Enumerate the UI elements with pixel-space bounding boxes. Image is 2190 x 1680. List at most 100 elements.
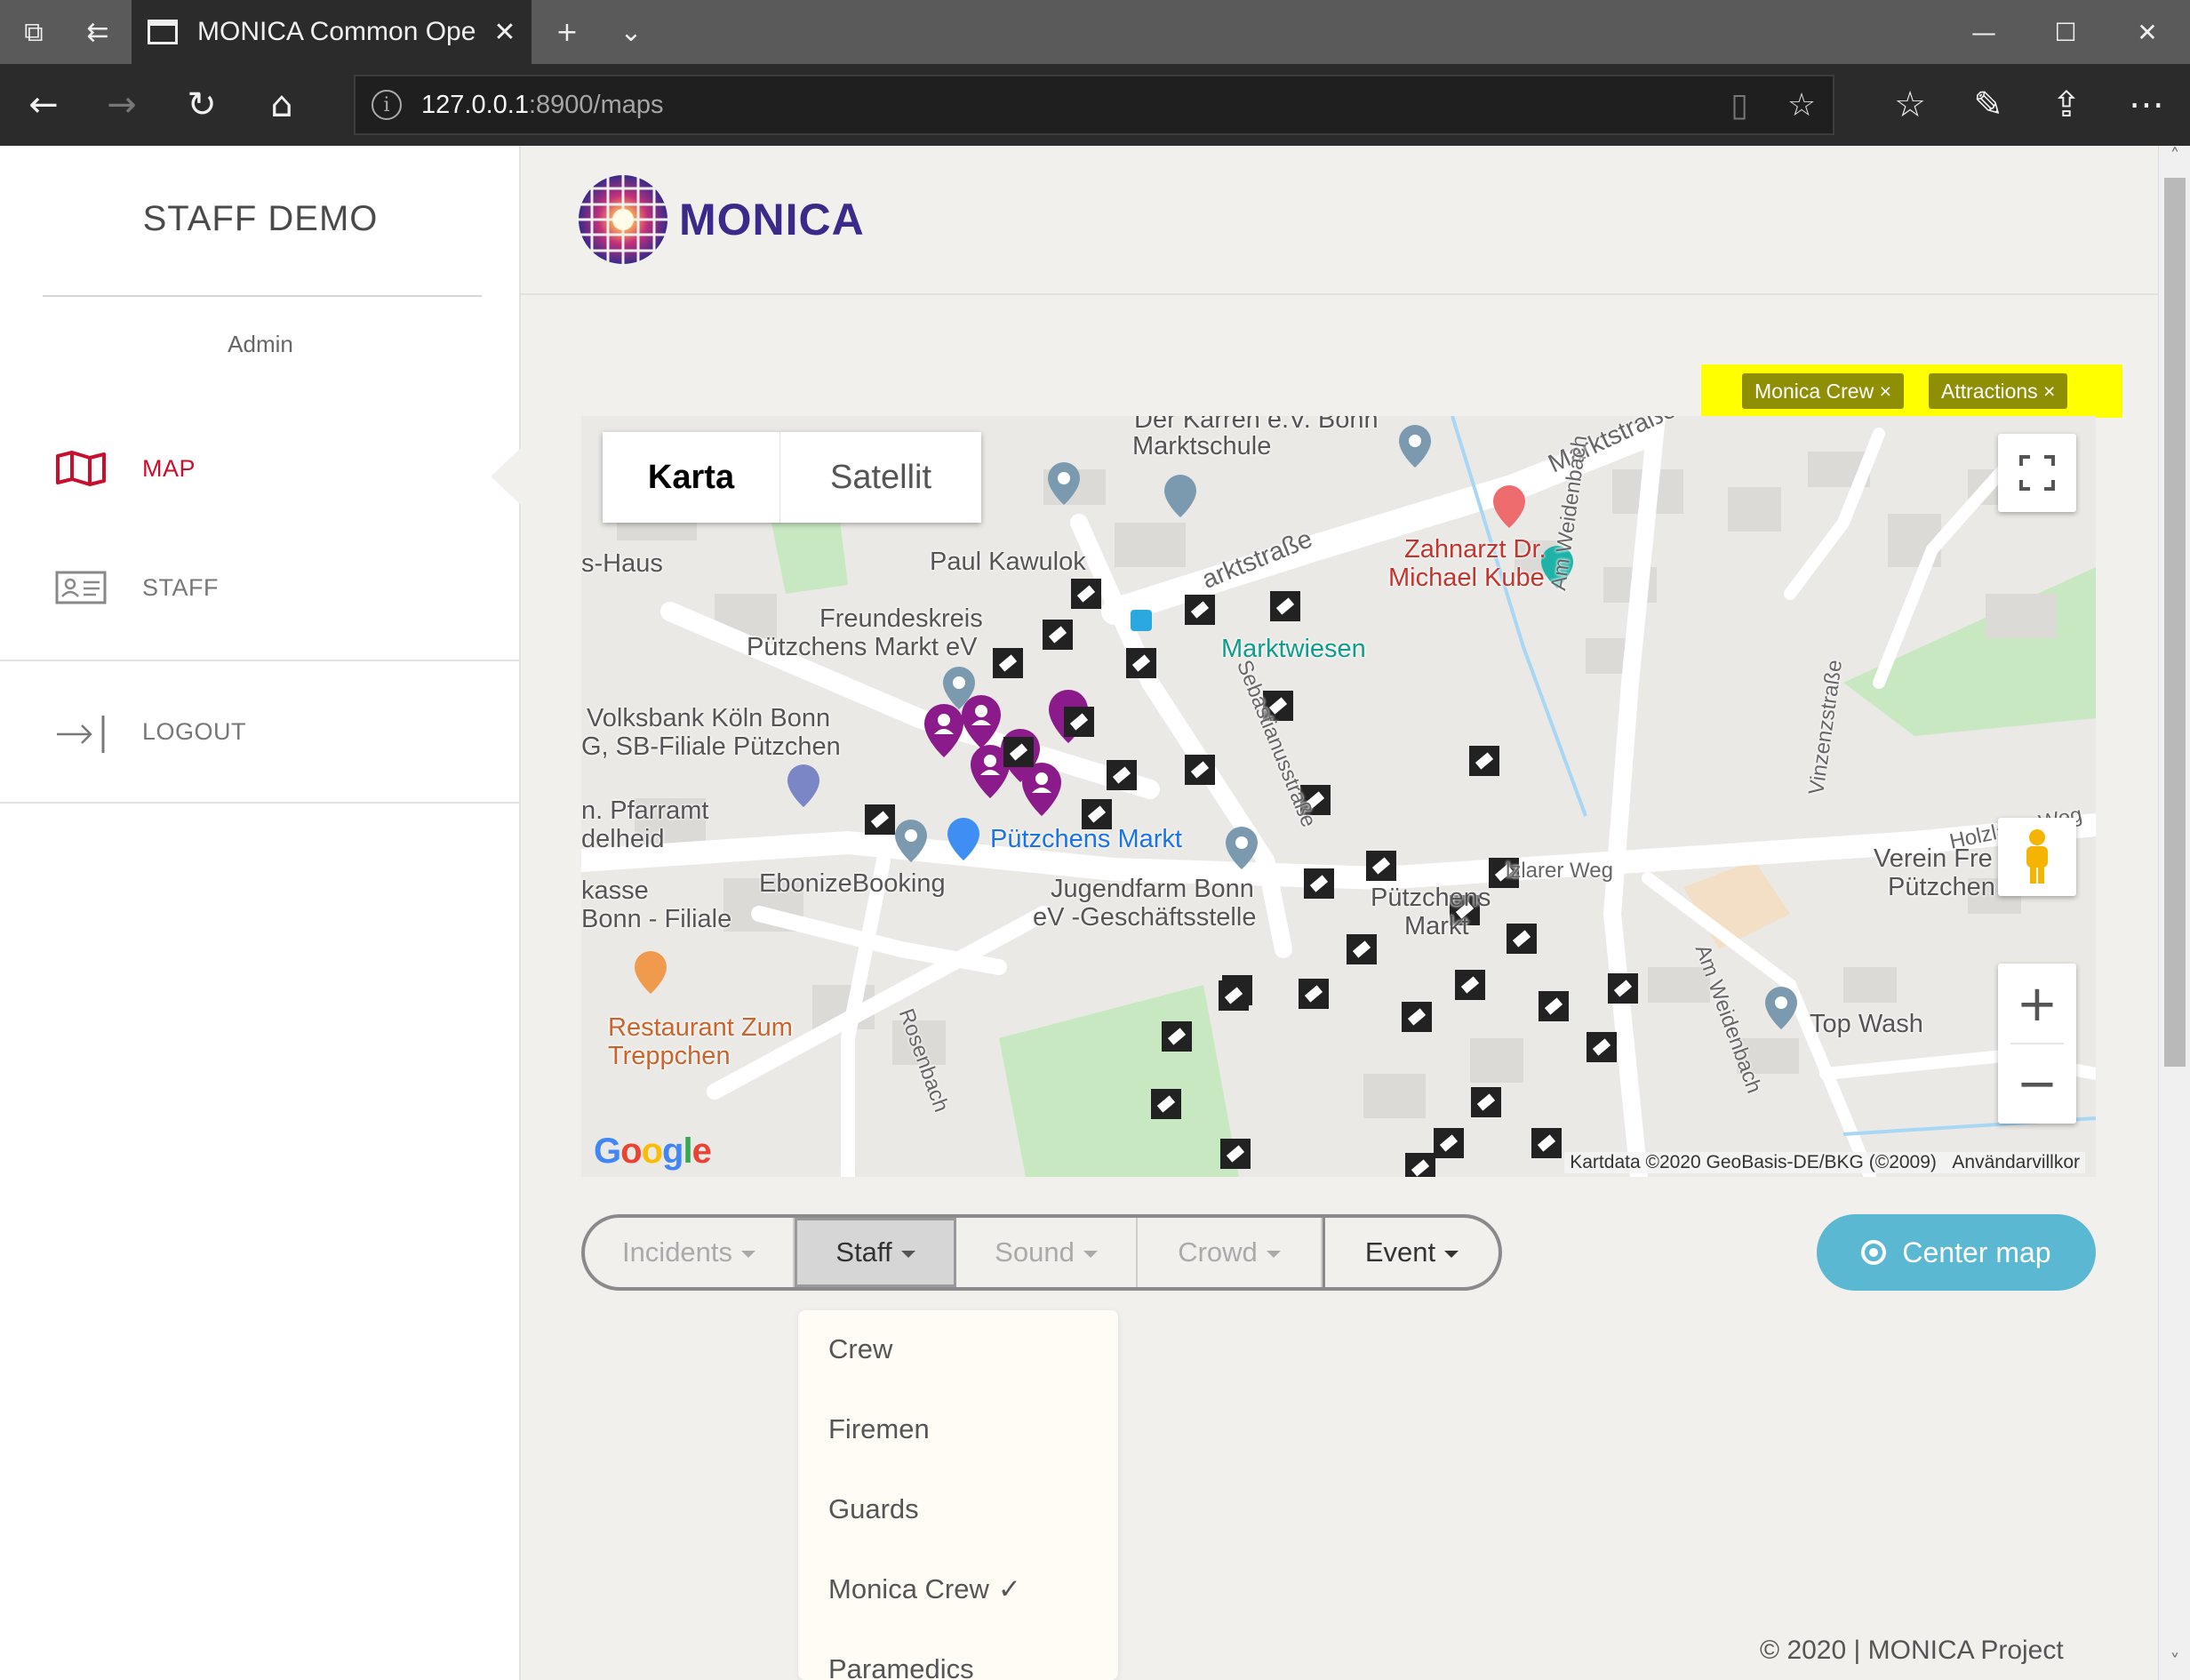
browser-titlebar: ⧉ ⇇ MONICA Common Ope ✕ + ⌄ — ☐ ✕ bbox=[0, 0, 2190, 64]
zoom-in-icon[interactable]: + bbox=[2017, 964, 2058, 1043]
map-type-karta[interactable]: Karta bbox=[603, 432, 780, 523]
map-label-zahnarzt: Zahnarzt Dr. bbox=[1404, 535, 1547, 564]
map-label-verein-2: Pützchen bbox=[1888, 873, 1995, 901]
map-type-satellit[interactable]: Satellit bbox=[780, 432, 981, 523]
map-icon bbox=[55, 451, 107, 486]
site-info-icon[interactable]: i bbox=[372, 90, 402, 120]
sidebar-item-label: MAP bbox=[142, 454, 196, 482]
map-label-zahnarzt-2: Michael Kube bbox=[1388, 564, 1545, 592]
page-header: MONICA bbox=[521, 146, 2158, 295]
staff-markers-layer bbox=[865, 579, 1638, 1177]
address-bar[interactable]: i 127.0.0.1:8900/maps ▯ ☆ bbox=[354, 75, 1834, 135]
center-map-label: Center map bbox=[1902, 1236, 2051, 1268]
center-map-button[interactable]: Center map bbox=[1817, 1214, 2096, 1291]
dropdown-item-firemen[interactable]: Firemen bbox=[828, 1413, 930, 1445]
caret-down-icon bbox=[900, 1251, 915, 1258]
caret-down-icon bbox=[1083, 1251, 1098, 1258]
favorite-star-icon[interactable]: ☆ bbox=[1770, 87, 1833, 124]
close-window-icon[interactable]: ✕ bbox=[2106, 0, 2188, 64]
browser-navbar: ← → ↻ ⌂ i 127.0.0.1:8900/maps ▯ ☆ ☆ ✎ ⇪ … bbox=[0, 64, 2190, 146]
layer-filter-group: Incidents Staff Sound Crowd Event bbox=[581, 1214, 1502, 1291]
map-label-volksbank-2: G, SB-Filiale Pützchen bbox=[581, 732, 841, 761]
divider bbox=[43, 295, 482, 297]
map-label-restaurant-2: Treppchen bbox=[608, 1042, 731, 1070]
scroll-thumb[interactable] bbox=[2164, 178, 2186, 1067]
dropdown-item-crew[interactable]: Crew bbox=[828, 1333, 892, 1365]
dropdown-item-monica-crew[interactable]: Monica Crew ✓ bbox=[828, 1573, 1021, 1605]
caret-down-icon bbox=[1444, 1251, 1459, 1258]
map-label-kasse: kasse bbox=[581, 876, 649, 905]
app-title: STAFF DEMO bbox=[142, 199, 379, 238]
logo-text: MONICA bbox=[679, 195, 865, 244]
page-scrollbar[interactable]: ˄ ˅ bbox=[2158, 146, 2190, 1680]
map-label-puetzchens-markt-2: Pützchens bbox=[1371, 884, 1491, 912]
map-label-marktschule: Marktschule bbox=[1132, 432, 1272, 460]
sidebar-item-map[interactable]: MAP bbox=[0, 428, 521, 508]
terms-link[interactable]: Användarvillkor bbox=[1952, 1152, 2080, 1172]
refresh-icon[interactable]: ↻ bbox=[162, 64, 242, 146]
page-icon bbox=[148, 20, 178, 44]
filter-sound-button[interactable]: Sound bbox=[956, 1218, 1138, 1287]
monica-logo[interactable]: MONICA bbox=[574, 171, 865, 268]
filter-incidents-button[interactable]: Incidents bbox=[585, 1218, 795, 1287]
reading-view-icon[interactable]: ▯ bbox=[1708, 87, 1770, 124]
filter-event-button[interactable]: Event bbox=[1323, 1218, 1499, 1287]
page: STAFF DEMO Admin MAP STAFF LOGOUT MONICA… bbox=[0, 146, 2190, 1680]
url-text[interactable]: 127.0.0.1:8900/maps bbox=[421, 91, 1708, 120]
map-label-haus: s-Haus bbox=[581, 549, 663, 578]
tab-close-icon[interactable]: ✕ bbox=[487, 17, 523, 48]
map-label-top-wash: Top Wash bbox=[1810, 1010, 1923, 1038]
tag-monica-crew[interactable]: Monica Crew × bbox=[1742, 373, 1905, 409]
sidebar-item-staff[interactable]: STAFF bbox=[0, 548, 521, 628]
new-tab-icon[interactable]: + bbox=[542, 0, 592, 64]
id-card-icon bbox=[55, 570, 107, 605]
forward-icon[interactable]: → bbox=[82, 64, 162, 146]
share-icon[interactable]: ⇪ bbox=[2026, 64, 2106, 146]
maximize-icon[interactable]: ☐ bbox=[2025, 0, 2106, 64]
back-icon[interactable]: ← bbox=[4, 64, 84, 146]
map-label-pfarramt-2: delheid bbox=[581, 825, 665, 853]
map-label-freundeskreis: Freundeskreis bbox=[819, 604, 983, 633]
map-label-puetzchens-markt: Pützchens Markt bbox=[990, 825, 1182, 853]
scroll-up-icon[interactable]: ˄ bbox=[2159, 146, 2190, 174]
map-label-volksbank: Volksbank Köln Bonn bbox=[587, 704, 831, 732]
caret-down-icon bbox=[741, 1251, 756, 1258]
tab-manager-icon[interactable]: ⧉ bbox=[9, 0, 59, 64]
street-view-pegman-icon[interactable] bbox=[1998, 818, 2076, 896]
filter-crowd-button[interactable]: Crowd bbox=[1138, 1218, 1323, 1287]
minimize-icon[interactable]: — bbox=[1943, 0, 2025, 64]
caret-down-icon bbox=[1266, 1251, 1281, 1258]
fullscreen-icon[interactable] bbox=[1998, 434, 2076, 512]
user-role: Admin bbox=[228, 331, 293, 357]
copyright-text: © 2020 | MONICA Project bbox=[1760, 1636, 2064, 1665]
map-label-restaurant: Restaurant Zum bbox=[608, 1013, 793, 1042]
map-label-kasse-2: Bonn - Filiale bbox=[581, 905, 732, 933]
checkmark-icon: ✓ bbox=[997, 1573, 1021, 1605]
monica-logo-mark bbox=[574, 171, 672, 268]
more-menu-icon[interactable]: ⋯ bbox=[2106, 64, 2186, 146]
home-icon[interactable]: ⌂ bbox=[242, 64, 322, 146]
map-view[interactable]: Der Karren e.V. Bonn Marktschule Paul Ka… bbox=[581, 416, 2096, 1177]
map-label-puetzchens-markt-3: Markt bbox=[1404, 912, 1469, 940]
pen-icon[interactable]: ✎ bbox=[1948, 64, 2028, 146]
tag-attractions[interactable]: Attractions × bbox=[1929, 373, 2068, 409]
scroll-down-icon[interactable]: ˅ bbox=[2159, 1652, 2190, 1680]
map-label-jugendfarm: Jugendfarm Bonn bbox=[1051, 875, 1254, 903]
sidebar: STAFF DEMO Admin MAP STAFF LOGOUT bbox=[0, 146, 521, 1680]
map-label-freundeskreis-2: Pützchens Markt eV bbox=[747, 633, 978, 661]
set-tabs-aside-icon[interactable]: ⇇ bbox=[73, 0, 123, 64]
street-holzlarer-2: lzlarer Weg bbox=[1506, 859, 1613, 883]
filter-staff-button[interactable]: Staff bbox=[795, 1218, 956, 1287]
dropdown-item-guards[interactable]: Guards bbox=[828, 1493, 919, 1525]
dropdown-item-paramedics[interactable]: Paramedics bbox=[828, 1653, 974, 1680]
browser-tab[interactable]: MONICA Common Ope ✕ bbox=[132, 0, 532, 64]
google-logo: Google bbox=[594, 1132, 712, 1171]
zoom-out-icon[interactable]: − bbox=[2017, 1044, 2058, 1123]
map-label-karren: Der Karren e.V. Bonn bbox=[1134, 416, 1379, 434]
favorites-list-icon[interactable]: ☆ bbox=[1870, 64, 1950, 146]
zoom-control: + − bbox=[1998, 964, 2076, 1124]
tab-list-chevron-icon[interactable]: ⌄ bbox=[606, 0, 656, 64]
sidebar-item-logout[interactable]: LOGOUT bbox=[0, 692, 521, 772]
divider bbox=[0, 802, 521, 804]
map-label-pfarramt: n. Pfarramt bbox=[581, 796, 709, 825]
